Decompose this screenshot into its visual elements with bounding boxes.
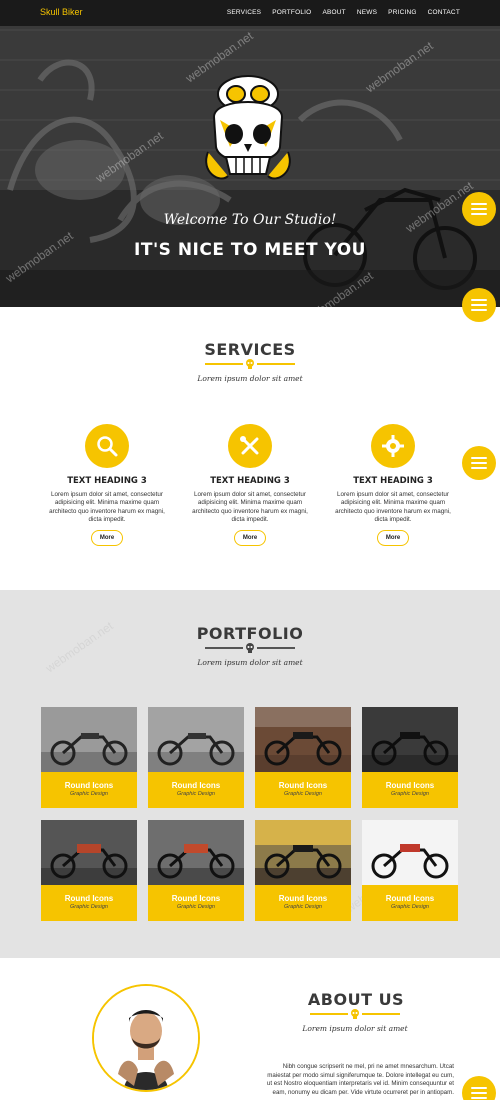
- nav-item-portfolio[interactable]: PORTFOLIO: [272, 9, 311, 16]
- portfolio-caption: Round Icons Graphic Design: [41, 885, 137, 921]
- portfolio-item[interactable]: Round Icons Graphic Design: [255, 820, 351, 921]
- gear-icon: [371, 424, 415, 468]
- service-heading: TEXT HEADING 3: [353, 476, 433, 486]
- motorcycle-photo: [362, 820, 458, 885]
- nav-item-contact[interactable]: CONTACT: [428, 9, 460, 16]
- skull-logo-icon: [205, 75, 291, 180]
- hamburger-icon: [471, 1087, 487, 1089]
- service-card: TEXT HEADING 3 Lorem ipsum dolor sit ame…: [47, 424, 167, 547]
- nav-item-pricing[interactable]: PRICING: [388, 9, 417, 16]
- portfolio-tagline: Lorem ipsum dolor sit amet: [197, 658, 303, 667]
- service-description: Lorem ipsum dolor sit amet, consectetur a…: [335, 491, 451, 523]
- magnifier-icon: [85, 424, 129, 468]
- portfolio-title: PORTFOLIO: [196, 624, 304, 643]
- portfolio-item[interactable]: Round Icons Graphic Design: [148, 707, 244, 808]
- services-tagline: Lorem ipsum dolor sit amet: [197, 374, 303, 383]
- skull-divider-icon: [246, 359, 254, 369]
- hamburger-icon: [471, 203, 487, 205]
- nav-item-about[interactable]: ABOUT: [322, 9, 345, 16]
- skull-divider-icon: [246, 643, 254, 653]
- about-title: ABOUT US: [307, 990, 405, 1009]
- section-divider: [310, 1009, 400, 1019]
- motorcycle-photo: [41, 707, 137, 772]
- top-navigation: Skull Biker SERVICES PORTFOLIO ABOUT NEW…: [0, 0, 500, 26]
- about-description: Nibh congue scripserit ne mel, pri ne am…: [266, 1063, 454, 1096]
- skull-divider-icon: [351, 1009, 359, 1019]
- section-divider: [205, 643, 295, 653]
- services-title: SERVICES: [204, 340, 296, 359]
- portfolio-item[interactable]: Round Icons Graphic Design: [362, 820, 458, 921]
- motorcycle-photo: [255, 707, 351, 772]
- menu-toggle-button[interactable]: [462, 288, 496, 322]
- motorcycle-photo: [148, 820, 244, 885]
- hero-title: IT'S NICE TO MEET YOU: [134, 240, 366, 260]
- section-divider: [205, 359, 295, 369]
- service-card: TEXT HEADING 3 Lorem ipsum dolor sit ame…: [190, 424, 310, 547]
- portfolio-caption: Round Icons Graphic Design: [41, 772, 137, 808]
- hamburger-icon: [471, 299, 487, 301]
- menu-toggle-button[interactable]: [462, 192, 496, 226]
- portfolio-caption: Round Icons Graphic Design: [362, 885, 458, 921]
- portfolio-caption: Round Icons Graphic Design: [362, 772, 458, 808]
- hamburger-icon: [471, 457, 487, 459]
- nav-item-services[interactable]: SERVICES: [227, 9, 261, 16]
- nav-menu: SERVICES PORTFOLIO ABOUT NEWS PRICING CO…: [227, 9, 460, 16]
- more-button[interactable]: More: [234, 530, 266, 547]
- menu-toggle-button[interactable]: [462, 1076, 496, 1100]
- portfolio-caption: Round Icons Graphic Design: [255, 772, 351, 808]
- motorcycle-photo: [148, 707, 244, 772]
- brand-logo-text[interactable]: Skull Biker: [40, 7, 83, 17]
- about-tagline: Lorem ipsum dolor sit amet: [302, 1024, 408, 1033]
- hero-banner: webmoban.net webmoban.net webmoban.net w…: [0, 0, 500, 307]
- motorcycle-photo: [362, 707, 458, 772]
- menu-toggle-button[interactable]: [462, 446, 496, 480]
- service-description: Lorem ipsum dolor sit amet, consectetur a…: [49, 491, 165, 523]
- portfolio-item[interactable]: Round Icons Graphic Design: [41, 820, 137, 921]
- service-heading: TEXT HEADING 3: [210, 476, 290, 486]
- more-button[interactable]: More: [91, 530, 123, 547]
- portfolio-item[interactable]: Round Icons Graphic Design: [41, 707, 137, 808]
- portfolio-item[interactable]: Round Icons Graphic Design: [255, 707, 351, 808]
- portfolio-caption: Round Icons Graphic Design: [148, 885, 244, 921]
- portfolio-item[interactable]: Round Icons Graphic Design: [148, 820, 244, 921]
- portfolio-item[interactable]: Round Icons Graphic Design: [362, 707, 458, 808]
- portfolio-caption: Round Icons Graphic Design: [255, 885, 351, 921]
- motorcycle-photo: [255, 820, 351, 885]
- more-button[interactable]: More: [377, 530, 409, 547]
- nav-item-news[interactable]: NEWS: [357, 9, 377, 16]
- service-card: TEXT HEADING 3 Lorem ipsum dolor sit ame…: [333, 424, 453, 547]
- service-heading: TEXT HEADING 3: [67, 476, 147, 486]
- portfolio-caption: Round Icons Graphic Design: [148, 772, 244, 808]
- tools-icon: [228, 424, 272, 468]
- motorcycle-photo: [41, 820, 137, 885]
- hero-welcome-text: Welcome To Our Studio!: [163, 212, 337, 228]
- service-description: Lorem ipsum dolor sit amet, consectetur a…: [192, 491, 308, 523]
